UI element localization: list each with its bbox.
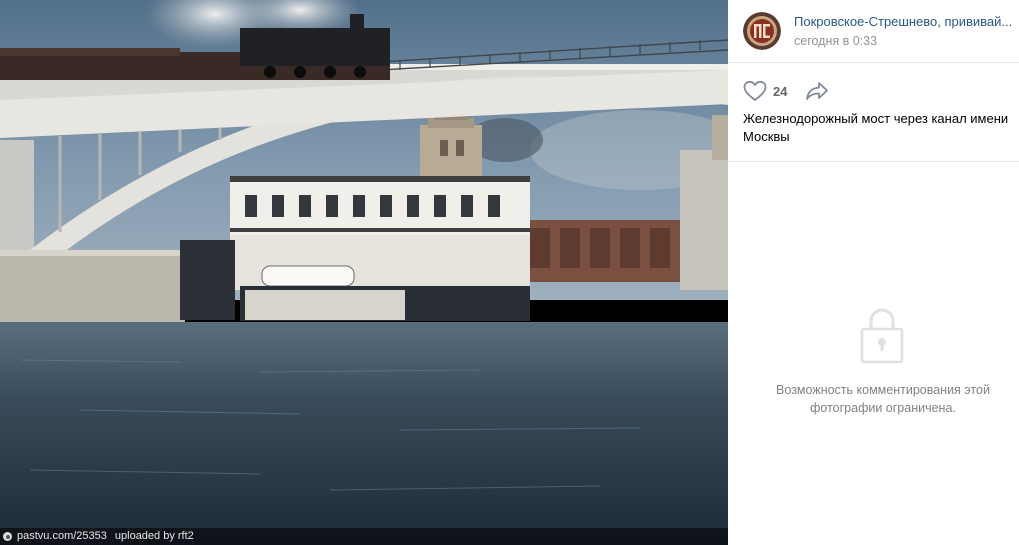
avatar[interactable] (743, 12, 781, 50)
pastvu-logo-icon (3, 532, 12, 541)
photo-viewer[interactable]: pastvu.com/25353 uploaded by rft2 (0, 0, 728, 545)
padlock-icon (860, 308, 904, 364)
photo-caption: Железнодорожный мост через канал имени М… (743, 111, 1009, 144)
share-arrow-icon (806, 82, 829, 100)
share-button[interactable] (805, 81, 829, 101)
info-sidebar: Покровское-Стрешнево, прививай... сегодн… (728, 0, 1019, 545)
author-name-link[interactable]: Покровское-Стрешнево, прививай... (794, 14, 1016, 29)
community-emblem-icon (743, 12, 781, 50)
watermark-source: pastvu.com/25353 (17, 530, 107, 542)
pastvu-watermark: pastvu.com/25353 uploaded by rft2 (0, 528, 728, 545)
like-count: 24 (773, 83, 788, 99)
comments-locked (859, 304, 905, 369)
like-button[interactable]: 24 (743, 80, 787, 102)
post-actions: 24 (743, 80, 829, 102)
comments-restricted-notice: Возможность комментирования этой фотогра… (776, 383, 990, 415)
heart-outline-icon (743, 80, 767, 101)
photo-image (0, 0, 728, 545)
divider (728, 161, 1019, 162)
post-author-header: Покровское-Стрешнево, прививай... сегодн… (728, 0, 1019, 63)
post-timestamp[interactable]: сегодня в 0:33 (794, 34, 877, 48)
watermark-uploader: uploaded by rft2 (114, 530, 194, 542)
